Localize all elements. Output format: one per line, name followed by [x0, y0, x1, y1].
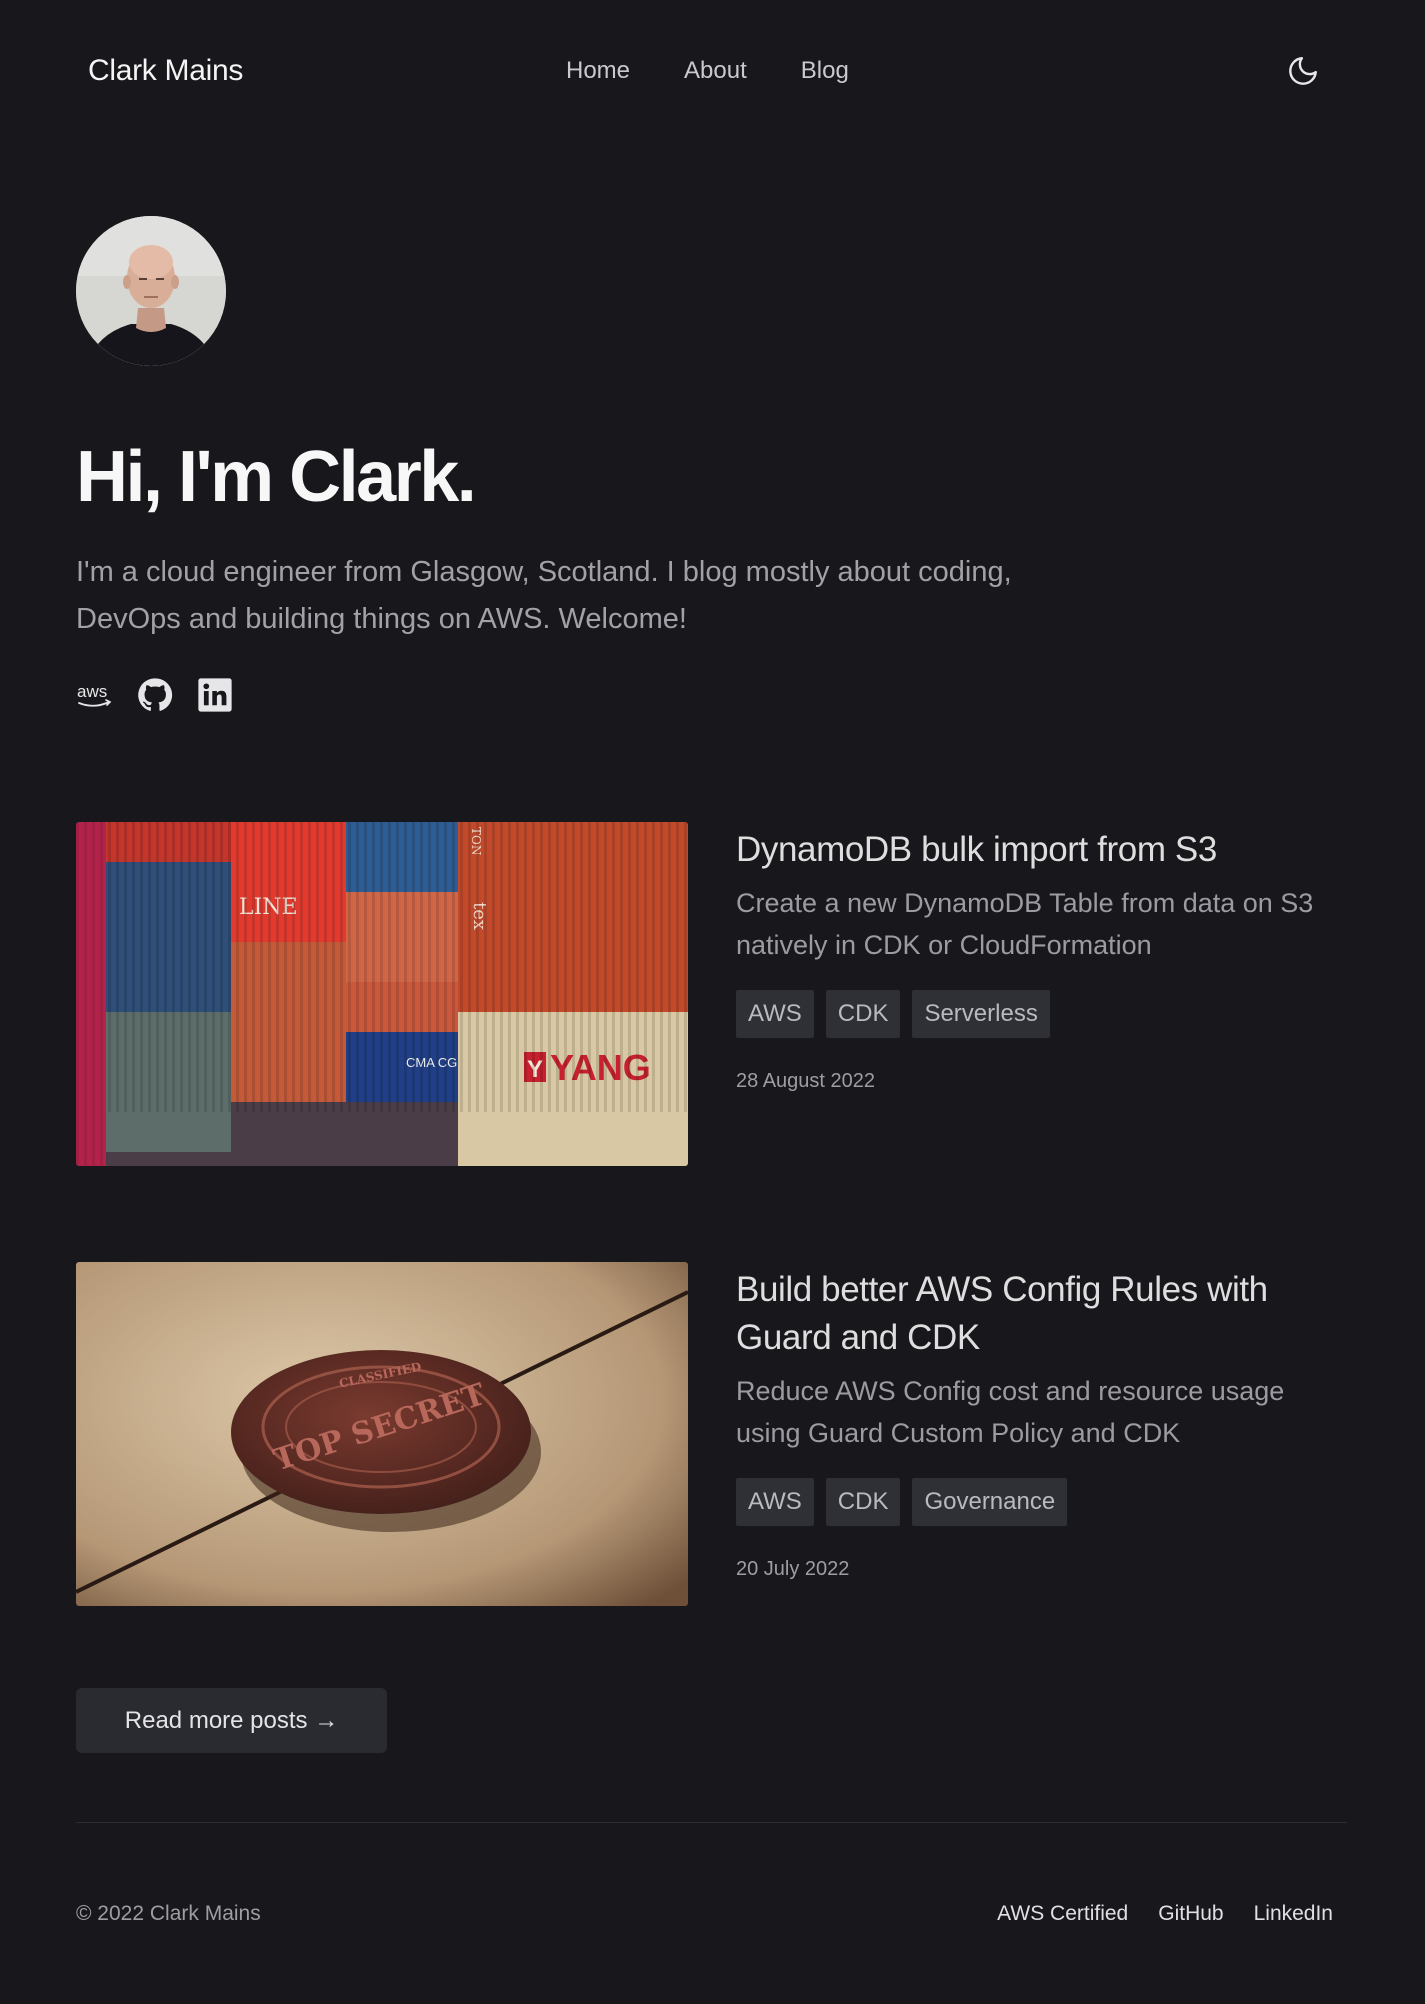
post-date: 20 July 2022: [736, 1558, 850, 1580]
post-description: Create a new DynamoDB Table from data on…: [736, 888, 1314, 960]
svg-text:aws: aws: [77, 682, 107, 701]
copyright: © 2022 Clark Mains: [76, 1902, 261, 1925]
tag-aws[interactable]: AWS: [736, 990, 814, 1038]
post-title[interactable]: Build better AWS Config Rules with Guard…: [736, 1266, 1350, 1362]
moon-icon: [1289, 57, 1317, 85]
nav-home[interactable]: Home: [566, 57, 630, 85]
footer-divider: [76, 1822, 1347, 1823]
site-header: Clark Mains Home About Blog: [0, 0, 1425, 145]
footer-link-linkedin[interactable]: LinkedIn: [1254, 1902, 1333, 1926]
linkedin-icon: [198, 678, 232, 712]
main-nav: Home About Blog: [566, 57, 849, 85]
page: Clark Mains Home About Blog Hi, I'm Clar…: [0, 0, 1425, 2004]
post-body: Build better AWS Config Rules with Guard…: [736, 1262, 1350, 1581]
github-link[interactable]: [136, 676, 173, 714]
tag-cdk[interactable]: CDK: [825, 1478, 901, 1526]
footer-links: AWS Certified GitHub LinkedIn: [997, 1902, 1333, 1926]
tag-governance[interactable]: Governance: [912, 1478, 1068, 1526]
footer-link-github[interactable]: GitHub: [1158, 1902, 1223, 1926]
post-date: 28 August 2022: [736, 1070, 876, 1092]
nav-blog[interactable]: Blog: [801, 57, 849, 85]
aws-link[interactable]: aws: [76, 676, 112, 714]
linkedin-link[interactable]: [196, 676, 232, 714]
site-brand[interactable]: Clark Mains: [88, 54, 243, 88]
nav-about[interactable]: About: [684, 57, 747, 85]
post-description: Reduce AWS Config cost and resource usag…: [736, 1376, 1285, 1448]
tag-cdk[interactable]: CDK: [825, 990, 901, 1038]
hero-title: Hi, I'm Clark.: [76, 437, 477, 517]
read-more-button[interactable]: Read more posts →: [76, 1688, 387, 1753]
post-image-containers[interactable]: LINE CMA CG tex TON Y YANG: [76, 822, 688, 1166]
tag-list: AWS CDK Serverless: [736, 990, 1350, 1038]
social-links: aws: [76, 676, 232, 714]
post-card: LINE CMA CG tex TON Y YANG: [76, 822, 1350, 1166]
tag-aws[interactable]: AWS: [736, 1478, 814, 1526]
avatar: [76, 216, 226, 366]
tag-serverless[interactable]: Serverless: [912, 990, 1050, 1038]
post-body: DynamoDB bulk import from S3 Create a ne…: [736, 822, 1350, 1093]
tag-list: AWS CDK Governance: [736, 1478, 1350, 1526]
post-card: TOP SECRET CLASSIFIED Build better AWS C…: [76, 1262, 1350, 1606]
aws-icon: aws: [77, 682, 112, 707]
post-title[interactable]: DynamoDB bulk import from S3: [736, 826, 1350, 874]
hero-intro: I'm a cloud engineer from Glasgow, Scotl…: [76, 556, 1012, 635]
footer-link-aws-certified[interactable]: AWS Certified: [997, 1902, 1128, 1926]
post-image-wax-seal[interactable]: TOP SECRET CLASSIFIED: [76, 1262, 688, 1606]
github-icon: [138, 678, 173, 711]
theme-toggle-button[interactable]: [1286, 54, 1320, 88]
